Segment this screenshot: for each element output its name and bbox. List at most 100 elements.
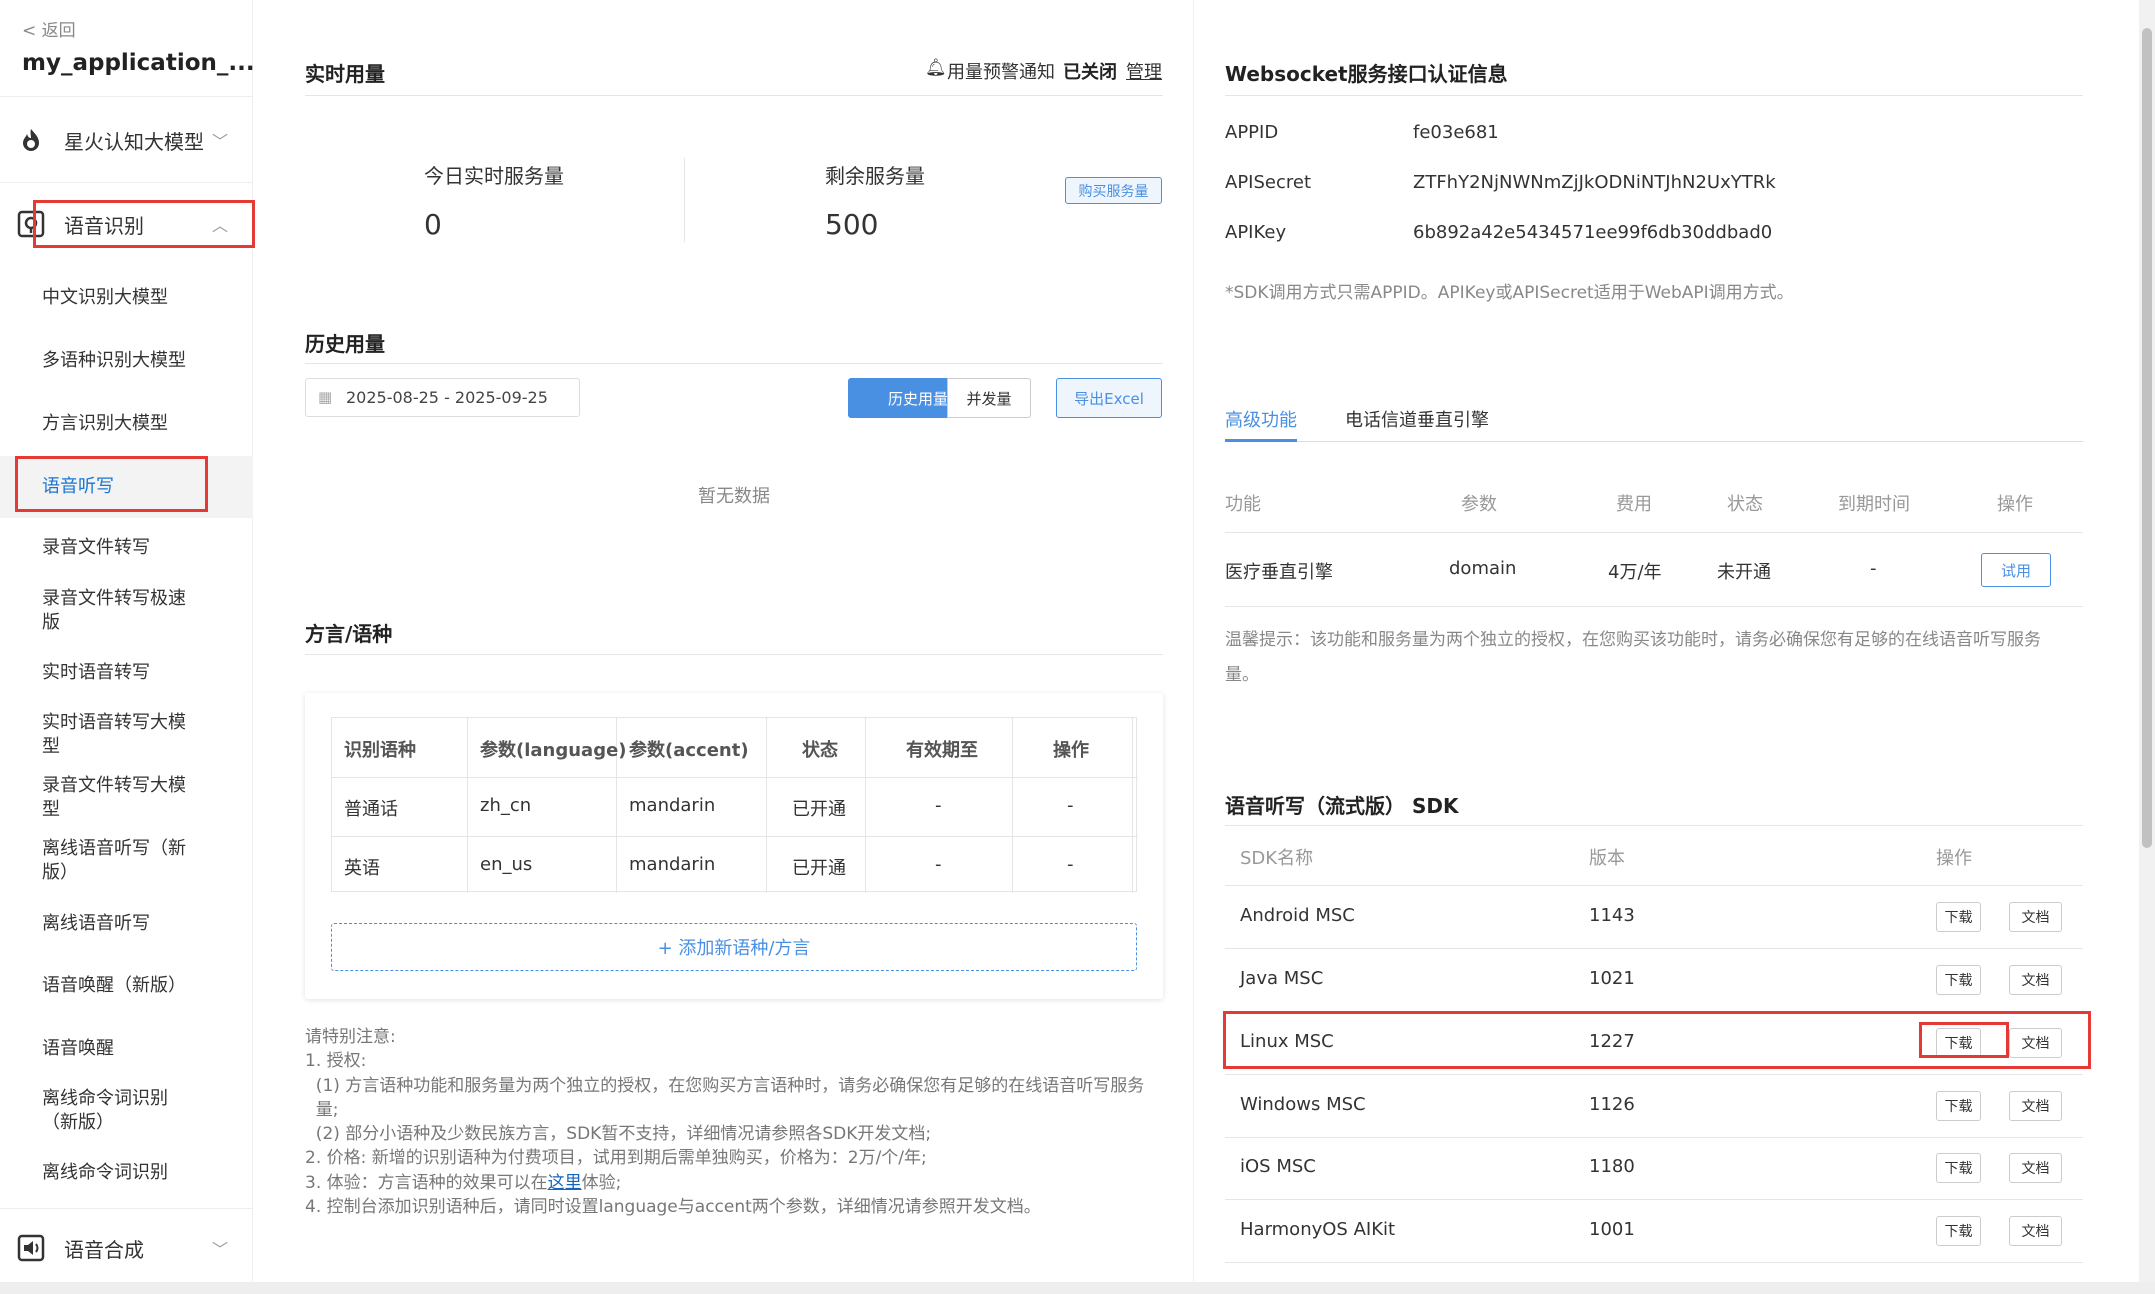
sidebar-item[interactable]: 离线命令词识别（新版） bbox=[0, 1087, 200, 1135]
appid-value: fe03e681 bbox=[1413, 122, 1499, 143]
table-row-divider bbox=[1225, 606, 2083, 607]
sidebar-divider bbox=[0, 96, 253, 97]
experience-link[interactable]: 这里 bbox=[548, 1173, 582, 1193]
sidebar-item[interactable]: 录音文件转写大模型 bbox=[0, 774, 200, 822]
back-link[interactable]: < 返回 bbox=[22, 16, 76, 41]
table-row: Java MSC 1021 下载 文档 bbox=[1225, 949, 2083, 1012]
tip-line: 量。 bbox=[1225, 665, 1259, 685]
download-button[interactable]: 下载 bbox=[1936, 1091, 1981, 1121]
table-col-divider bbox=[467, 718, 468, 893]
realtime-title: 实时用量 bbox=[305, 62, 385, 86]
note-line-suffix: 体验; bbox=[581, 1172, 622, 1193]
sidebar-item[interactable]: 离线语音听写 bbox=[0, 912, 253, 936]
export-excel-button[interactable]: 导出Excel bbox=[1056, 378, 1162, 418]
tab-indicator bbox=[1225, 439, 1297, 442]
sdk-version: 1001 bbox=[1589, 1219, 1635, 1240]
sidebar-item[interactable]: 方言识别大模型 bbox=[0, 412, 253, 436]
websocket-title: Websocket服务接口认证信息 bbox=[1225, 62, 1508, 86]
sidebar-item[interactable]: 多语种识别大模型 bbox=[0, 349, 253, 373]
table-row-divider bbox=[332, 836, 1138, 837]
download-button[interactable]: 下载 bbox=[1936, 1216, 1981, 1246]
docs-button[interactable]: 文档 bbox=[2009, 1153, 2062, 1183]
section-divider bbox=[305, 363, 1163, 364]
sidebar-item[interactable]: 语音唤醒（新版） bbox=[0, 974, 253, 998]
tab-advanced[interactable]: 高级功能 bbox=[1225, 406, 1297, 432]
nav-group-spark[interactable]: 星火认知大模型 ﹀ bbox=[0, 110, 253, 170]
docs-button[interactable]: 文档 bbox=[2009, 1091, 2062, 1121]
sidebar-item[interactable]: 语音唤醒 bbox=[0, 1037, 253, 1061]
table-cell: domain bbox=[1449, 558, 1517, 579]
tip-line: 温馨提示：该功能和服务量为两个独立的授权，在您购买该功能时，请务必确保您有足够的… bbox=[1225, 630, 2041, 650]
download-button[interactable]: 下载 bbox=[1936, 965, 1981, 995]
table-header: 识别语种 bbox=[344, 740, 416, 761]
table-cell: 未开通 bbox=[1717, 562, 1771, 583]
download-button[interactable]: 下载 bbox=[1936, 902, 1981, 932]
note-line: 3. 体验：方言语种的效果可以在 bbox=[305, 1172, 548, 1193]
sdk-version: 1021 bbox=[1589, 968, 1635, 989]
add-dialect-button[interactable]: + 添加新语种/方言 bbox=[331, 923, 1137, 971]
tab-concurrency[interactable]: 并发量 bbox=[947, 378, 1031, 418]
table-header: 版本 bbox=[1589, 848, 1625, 869]
sidebar-item[interactable]: 实时语音转写 bbox=[0, 661, 253, 685]
apikey-value: 6b892a42e5434571ee99f6db30ddbad0 bbox=[1413, 222, 1773, 243]
table-row: HarmonyOS AIKit 1001 下载 文档 bbox=[1225, 1200, 2083, 1263]
sdk-name: Windows MSC bbox=[1240, 1094, 1366, 1115]
buy-service-button[interactable]: 购买服务量 bbox=[1065, 177, 1162, 204]
table-cell: 4万/年 bbox=[1608, 562, 1662, 583]
app-root: < 返回 my_application_... 星火认知大模型 ﹀ 语音识别 ︿… bbox=[0, 0, 2155, 1294]
docs-button[interactable]: 文档 bbox=[2009, 902, 2062, 932]
docs-button[interactable]: 文档 bbox=[2009, 1216, 2062, 1246]
chevron-down-icon: ﹀ bbox=[212, 1240, 229, 1259]
table-cell: mandarin bbox=[629, 854, 716, 875]
empty-state: 暂无数据 bbox=[698, 486, 770, 507]
manage-link[interactable]: 管理 bbox=[1126, 58, 1162, 84]
sidebar-divider bbox=[0, 1208, 253, 1209]
app-name: my_application_... bbox=[22, 50, 255, 76]
note-line: 量; bbox=[305, 1099, 339, 1120]
sidebar-divider bbox=[0, 182, 253, 183]
table-col-divider bbox=[766, 718, 767, 893]
docs-button[interactable]: 文档 bbox=[2009, 965, 2062, 995]
tab-telephony[interactable]: 电话信道垂直引擎 bbox=[1345, 406, 1489, 432]
note-line-experience: 3. 体验：方言语种的效果可以在这里体验; bbox=[305, 1171, 1185, 1195]
date-range-picker[interactable]: ▦ 2025-08-25 - 2025-09-25 bbox=[305, 378, 580, 417]
table-cell: en_us bbox=[480, 854, 533, 875]
table-col-divider bbox=[1132, 718, 1133, 893]
note-line: 2. 价格: 新增的识别语种为付费项目，试用到期后需单独购买，价格为：2万/个/… bbox=[305, 1148, 927, 1169]
table-cell: 已开通 bbox=[792, 799, 846, 820]
table-cell: - bbox=[1067, 795, 1074, 816]
today-value: 0 bbox=[424, 208, 442, 241]
dialect-table: 识别语种 参数(language) 参数(accent) 状态 有效期至 操作 … bbox=[331, 717, 1138, 893]
sidebar-item[interactable]: 实时语音转写大模型 bbox=[0, 711, 200, 759]
highlight-box-asr bbox=[33, 200, 255, 248]
sidebar-item[interactable]: 离线命令词识别 bbox=[0, 1161, 253, 1185]
sdk-name: iOS MSC bbox=[1240, 1156, 1316, 1177]
horizontal-scrollbar[interactable] bbox=[0, 1282, 2155, 1294]
table-header: 参数(accent) bbox=[629, 740, 749, 761]
table-header: 参数 bbox=[1461, 494, 1497, 515]
sdk-version: 1126 bbox=[1589, 1094, 1635, 1115]
highlight-box-dictation bbox=[15, 456, 208, 512]
table-col-divider bbox=[865, 718, 866, 893]
section-divider bbox=[305, 95, 1163, 96]
dialect-title: 方言/语种 bbox=[305, 622, 393, 646]
sdk-note: *SDK调用方式只需APPID。APIKey或APISecret适用于WebAP… bbox=[1225, 283, 1794, 303]
table-cell: - bbox=[1870, 558, 1877, 579]
sidebar-item[interactable]: 录音文件转写 bbox=[0, 536, 253, 560]
note-line: (1) 方言语种功能和服务量为两个独立的授权，在您购买方言语种时，请务必确保您有… bbox=[305, 1075, 1145, 1096]
table-cell: 普通话 bbox=[344, 799, 398, 820]
nav-group-tts[interactable]: 语音合成 ﹀ bbox=[0, 1218, 253, 1278]
table-cell: - bbox=[935, 854, 942, 875]
table-header: SDK名称 bbox=[1240, 848, 1314, 869]
vertical-scrollbar[interactable] bbox=[2139, 0, 2155, 1294]
sidebar-item[interactable]: 离线语音听写（新版） bbox=[0, 837, 200, 885]
try-button[interactable]: 试用 bbox=[1981, 553, 2051, 587]
sdk-version: 1143 bbox=[1589, 905, 1635, 926]
download-button[interactable]: 下载 bbox=[1936, 1153, 1981, 1183]
section-divider bbox=[1225, 95, 2083, 96]
sidebar-item[interactable]: 录音文件转写极速版 bbox=[0, 587, 200, 635]
scrollbar-thumb[interactable] bbox=[2142, 28, 2152, 848]
sidebar-item[interactable]: 中文识别大模型 bbox=[0, 286, 253, 310]
today-label: 今日实时服务量 bbox=[424, 164, 564, 188]
nav-group-label: 星火认知大模型 bbox=[64, 129, 204, 154]
